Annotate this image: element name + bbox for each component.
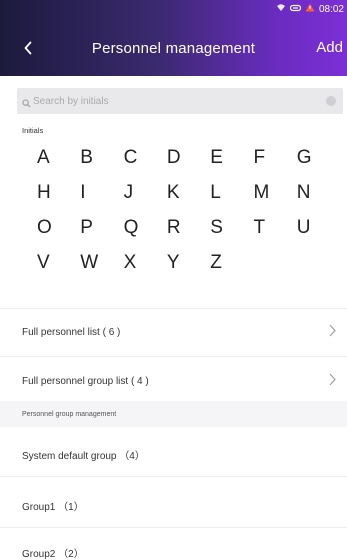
status-time: 08:02 bbox=[318, 4, 344, 15]
group-item-system-default[interactable]: System default group （4） bbox=[0, 427, 347, 475]
full-group-list-item[interactable]: Full personnel group list ( 4 ) bbox=[0, 357, 347, 401]
group-label: Group1 （1） bbox=[22, 502, 84, 513]
initial-v[interactable]: V bbox=[22, 251, 65, 286]
initial-m[interactable]: M bbox=[238, 181, 281, 216]
initial-g[interactable]: G bbox=[282, 146, 325, 181]
group-label: Group2 （2） bbox=[22, 549, 84, 560]
initial-u[interactable]: U bbox=[282, 216, 325, 251]
chevron-right-icon bbox=[329, 373, 336, 391]
search-icon bbox=[22, 95, 31, 113]
initial-y[interactable]: Y bbox=[152, 251, 195, 286]
initial-o[interactable]: O bbox=[22, 216, 65, 251]
initial-p[interactable]: P bbox=[65, 216, 108, 251]
initial-l[interactable]: L bbox=[195, 181, 238, 216]
initial-a[interactable]: A bbox=[22, 146, 65, 181]
status-icons: 08:02 bbox=[276, 3, 344, 16]
group-item-group1[interactable]: Group1 （1） bbox=[0, 477, 347, 527]
initial-x[interactable]: X bbox=[109, 251, 152, 286]
alert-icon bbox=[305, 3, 315, 16]
initial-s[interactable]: S bbox=[195, 216, 238, 251]
add-button[interactable]: Add bbox=[316, 39, 343, 56]
group-item-group2[interactable]: Group2 （2） bbox=[0, 528, 347, 560]
chevron-right-icon bbox=[329, 324, 336, 342]
initial-w[interactable]: W bbox=[65, 251, 108, 286]
initial-i[interactable]: I bbox=[65, 181, 108, 216]
wifi-icon bbox=[276, 3, 286, 16]
initial-f[interactable]: F bbox=[238, 146, 281, 181]
initial-c[interactable]: C bbox=[109, 146, 152, 181]
initial-r[interactable]: R bbox=[152, 216, 195, 251]
initial-e[interactable]: E bbox=[195, 146, 238, 181]
page-title: Personnel management bbox=[91, 40, 256, 57]
search-bar[interactable] bbox=[17, 88, 343, 114]
initial-j[interactable]: J bbox=[109, 181, 152, 216]
group-management-section: Personnel group management bbox=[0, 401, 347, 427]
initial-q[interactable]: Q bbox=[109, 216, 152, 251]
link-icon bbox=[289, 4, 302, 16]
initial-b[interactable]: B bbox=[65, 146, 108, 181]
full-personnel-list-label: Full personnel list ( 6 ) bbox=[22, 327, 121, 338]
initial-d[interactable]: D bbox=[152, 146, 195, 181]
status-bar: 08:02 bbox=[0, 0, 347, 20]
group-label: System default group （4） bbox=[22, 451, 145, 462]
initial-k[interactable]: K bbox=[152, 181, 195, 216]
full-group-list-label: Full personnel group list ( 4 ) bbox=[22, 376, 149, 387]
initials-label: Initials bbox=[22, 126, 44, 135]
initial-z[interactable]: Z bbox=[195, 251, 238, 286]
initial-h[interactable]: H bbox=[22, 181, 65, 216]
initial-t[interactable]: T bbox=[238, 216, 281, 251]
initial-n[interactable]: N bbox=[282, 181, 325, 216]
full-personnel-list-item[interactable]: Full personnel list ( 6 ) bbox=[0, 309, 347, 355]
app-header: Personnel management Add bbox=[0, 20, 347, 76]
section-title: Personnel group management bbox=[22, 411, 117, 418]
search-input[interactable] bbox=[33, 88, 313, 114]
initials-grid: A B C D E F G H I J K L M N O P Q R S T … bbox=[22, 146, 332, 286]
clear-icon[interactable] bbox=[326, 96, 336, 106]
